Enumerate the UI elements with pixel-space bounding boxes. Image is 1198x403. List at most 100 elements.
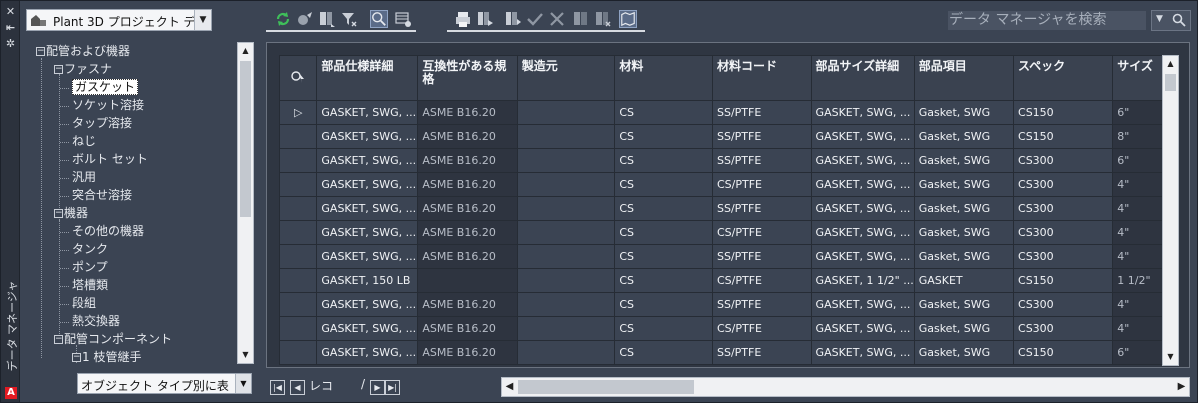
zoom-to-icon[interactable] xyxy=(296,10,314,28)
table-cell[interactable]: SS/PTFE xyxy=(712,292,812,317)
table-cell[interactable]: GASKET xyxy=(913,268,1015,293)
pin-icon[interactable]: ⇤ xyxy=(4,21,17,34)
table-cell[interactable]: CS xyxy=(614,100,713,125)
row-header[interactable] xyxy=(279,268,318,293)
table-cell[interactable]: Gasket, SWG xyxy=(913,100,1015,125)
table-cell[interactable]: CS300 xyxy=(1013,196,1114,221)
table-cell[interactable]: Gasket, SWG xyxy=(913,172,1015,197)
search-button[interactable]: ▼ xyxy=(1151,10,1191,31)
tree-node-thread[interactable]: ねじ xyxy=(72,133,96,150)
table-cell[interactable] xyxy=(516,244,616,269)
table-cell[interactable] xyxy=(516,220,616,245)
table-cell[interactable]: CS300 xyxy=(1013,244,1114,269)
table-row[interactable]: GASKET, SWG, ... ASME B16.20 CS SS/PTFE GASK… xyxy=(279,244,1163,269)
table-cell[interactable]: GASKET, SWG, ... xyxy=(810,292,915,317)
table-cell[interactable]: CS xyxy=(614,220,713,245)
tree-node-bolt-set[interactable]: ボルト セット xyxy=(72,151,148,168)
table-cell[interactable]: ASME B16.20 xyxy=(417,196,518,221)
columns-clear-icon[interactable] xyxy=(594,10,612,28)
table-cell[interactable]: GASKET, SWG, ... xyxy=(316,196,419,221)
table-cell[interactable]: GASKET, SWG, ... xyxy=(316,148,419,173)
table-cell[interactable]: GASKET, SWG, ... xyxy=(316,340,419,365)
table-cell[interactable]: ASME B16.20 xyxy=(417,172,518,197)
tree-node-equipment[interactable]: −機器 xyxy=(54,205,88,222)
tree-node-fasteners[interactable]: −ファスナ xyxy=(54,61,112,78)
table-cell[interactable]: SS/PTFE xyxy=(712,340,812,365)
table-cell[interactable]: CS300 xyxy=(1013,292,1114,317)
table-cell[interactable] xyxy=(516,268,616,293)
table-cell[interactable]: GASKET, SWG, ... xyxy=(810,100,915,125)
table-cell[interactable]: ASME B16.20 xyxy=(417,220,518,245)
table-cell[interactable]: CS/PTFE xyxy=(712,172,812,197)
table-cell[interactable]: GASKET, SWG, ... xyxy=(316,172,419,197)
table-cell[interactable]: GASKET, SWG, ... xyxy=(810,244,915,269)
table-cell[interactable]: CS xyxy=(614,124,713,149)
table-cell[interactable]: GASKET, SWG, ... xyxy=(810,220,915,245)
tree-node-vessels[interactable]: 塔槽類 xyxy=(72,277,108,294)
tree-node-socket-weld[interactable]: ソケット溶接 xyxy=(72,97,144,114)
table-cell[interactable]: 8" xyxy=(1112,124,1163,149)
table-cell[interactable]: Gasket, SWG xyxy=(913,292,1015,317)
check-icon[interactable] xyxy=(526,10,544,28)
table-cell[interactable]: CS/PTFE xyxy=(712,268,812,293)
table-row[interactable]: GASKET, SWG, ... ASME B16.20 CS SS/PTFE GASK… xyxy=(279,292,1163,317)
table-cell[interactable]: 6" xyxy=(1112,148,1163,173)
column-header[interactable]: 材料 xyxy=(614,55,713,101)
table-cell[interactable]: Gasket, SWG xyxy=(913,340,1015,365)
table-row[interactable]: ▷ GASKET, SWG, ... ASME B16.20 CS SS/PTFE GAS… xyxy=(279,100,1163,125)
project-dropdown[interactable]: Plant 3D プロジェクト デ ▼ xyxy=(26,9,212,31)
chevron-down-icon[interactable]: ▼ xyxy=(194,10,211,30)
table-cell[interactable]: GASKET, SWG, ... xyxy=(316,292,419,317)
chevron-down-icon[interactable]: ▼ xyxy=(235,374,251,393)
column-header[interactable]: 部品サイズ詳細 xyxy=(810,55,915,101)
row-header[interactable] xyxy=(279,292,318,317)
select-all-icon[interactable] xyxy=(279,55,318,101)
table-cell[interactable]: GASKET, SWG, ... xyxy=(316,244,419,269)
table-cell[interactable]: SS/PTFE xyxy=(712,244,812,269)
map-icon[interactable] xyxy=(619,10,637,28)
last-record-button[interactable]: ▶| xyxy=(385,380,400,395)
table-cell[interactable]: Gasket, SWG xyxy=(913,124,1015,149)
tree-node-tank[interactable]: タンク xyxy=(72,241,108,258)
table-cell[interactable] xyxy=(516,148,616,173)
table-cell[interactable]: GASKET, SWG, ... xyxy=(810,124,915,149)
grid-horizontal-scrollbar[interactable]: ◀ ▶ xyxy=(501,377,1190,397)
table-cell[interactable] xyxy=(516,172,616,197)
table-cell[interactable]: CS xyxy=(614,244,713,269)
table-cell[interactable]: CS xyxy=(614,292,713,317)
row-header[interactable] xyxy=(279,244,318,269)
row-header[interactable] xyxy=(279,196,318,221)
row-header[interactable] xyxy=(279,124,318,149)
columns-icon[interactable] xyxy=(572,10,590,28)
scrollbar-thumb[interactable] xyxy=(1165,74,1176,91)
column-header[interactable]: 部品項目 xyxy=(913,55,1015,101)
tree-scrollbar[interactable]: ▲ ▼ xyxy=(237,42,254,364)
table-row[interactable]: GASKET, SWG, ... ASME B16.20 CS SS/PTFE GASK… xyxy=(279,124,1163,149)
table-cell[interactable]: Gasket, SWG xyxy=(913,196,1015,221)
table-cell[interactable]: CS xyxy=(614,268,713,293)
table-cell[interactable] xyxy=(516,292,616,317)
table-cell[interactable]: Gasket, SWG xyxy=(913,244,1015,269)
table-cell[interactable]: SS/PTFE xyxy=(712,148,812,173)
next-record-button[interactable]: ▶ xyxy=(370,380,385,395)
table-row[interactable]: GASKET, SWG, ... ASME B16.20 CS CS/PTFE GASK… xyxy=(279,316,1163,341)
table-cell[interactable] xyxy=(516,124,616,149)
collapse-icon[interactable]: − xyxy=(54,335,63,344)
table-select-icon[interactable] xyxy=(394,10,412,28)
tree-node-tray[interactable]: 段組 xyxy=(72,295,96,312)
table-cell[interactable]: CS150 xyxy=(1013,340,1114,365)
table-cell[interactable]: GASKET, SWG, ... xyxy=(810,316,915,341)
table-cell[interactable]: 4" xyxy=(1112,220,1163,245)
tree-node-heat-exchanger[interactable]: 熱交換器 xyxy=(72,313,120,330)
tree-node-piping-equipment[interactable]: −配管および機器 xyxy=(36,43,130,60)
collapse-icon[interactable]: − xyxy=(36,47,45,56)
table-cell[interactable] xyxy=(516,340,616,365)
table-cell[interactable]: CS xyxy=(614,172,713,197)
collapse-icon[interactable]: − xyxy=(54,209,63,218)
table-row[interactable]: GASKET, SWG, ... ASME B16.20 CS CS/PTFE GASK… xyxy=(279,220,1163,245)
table-cell[interactable]: SS/PTFE xyxy=(712,100,812,125)
table-cell[interactable]: ASME B16.20 xyxy=(417,148,518,173)
row-header[interactable] xyxy=(279,220,318,245)
table-cell[interactable]: GASKET, SWG, ... xyxy=(316,220,419,245)
table-row[interactable]: GASKET, SWG, ... ASME B16.20 CS SS/PTFE GASK… xyxy=(279,148,1163,173)
